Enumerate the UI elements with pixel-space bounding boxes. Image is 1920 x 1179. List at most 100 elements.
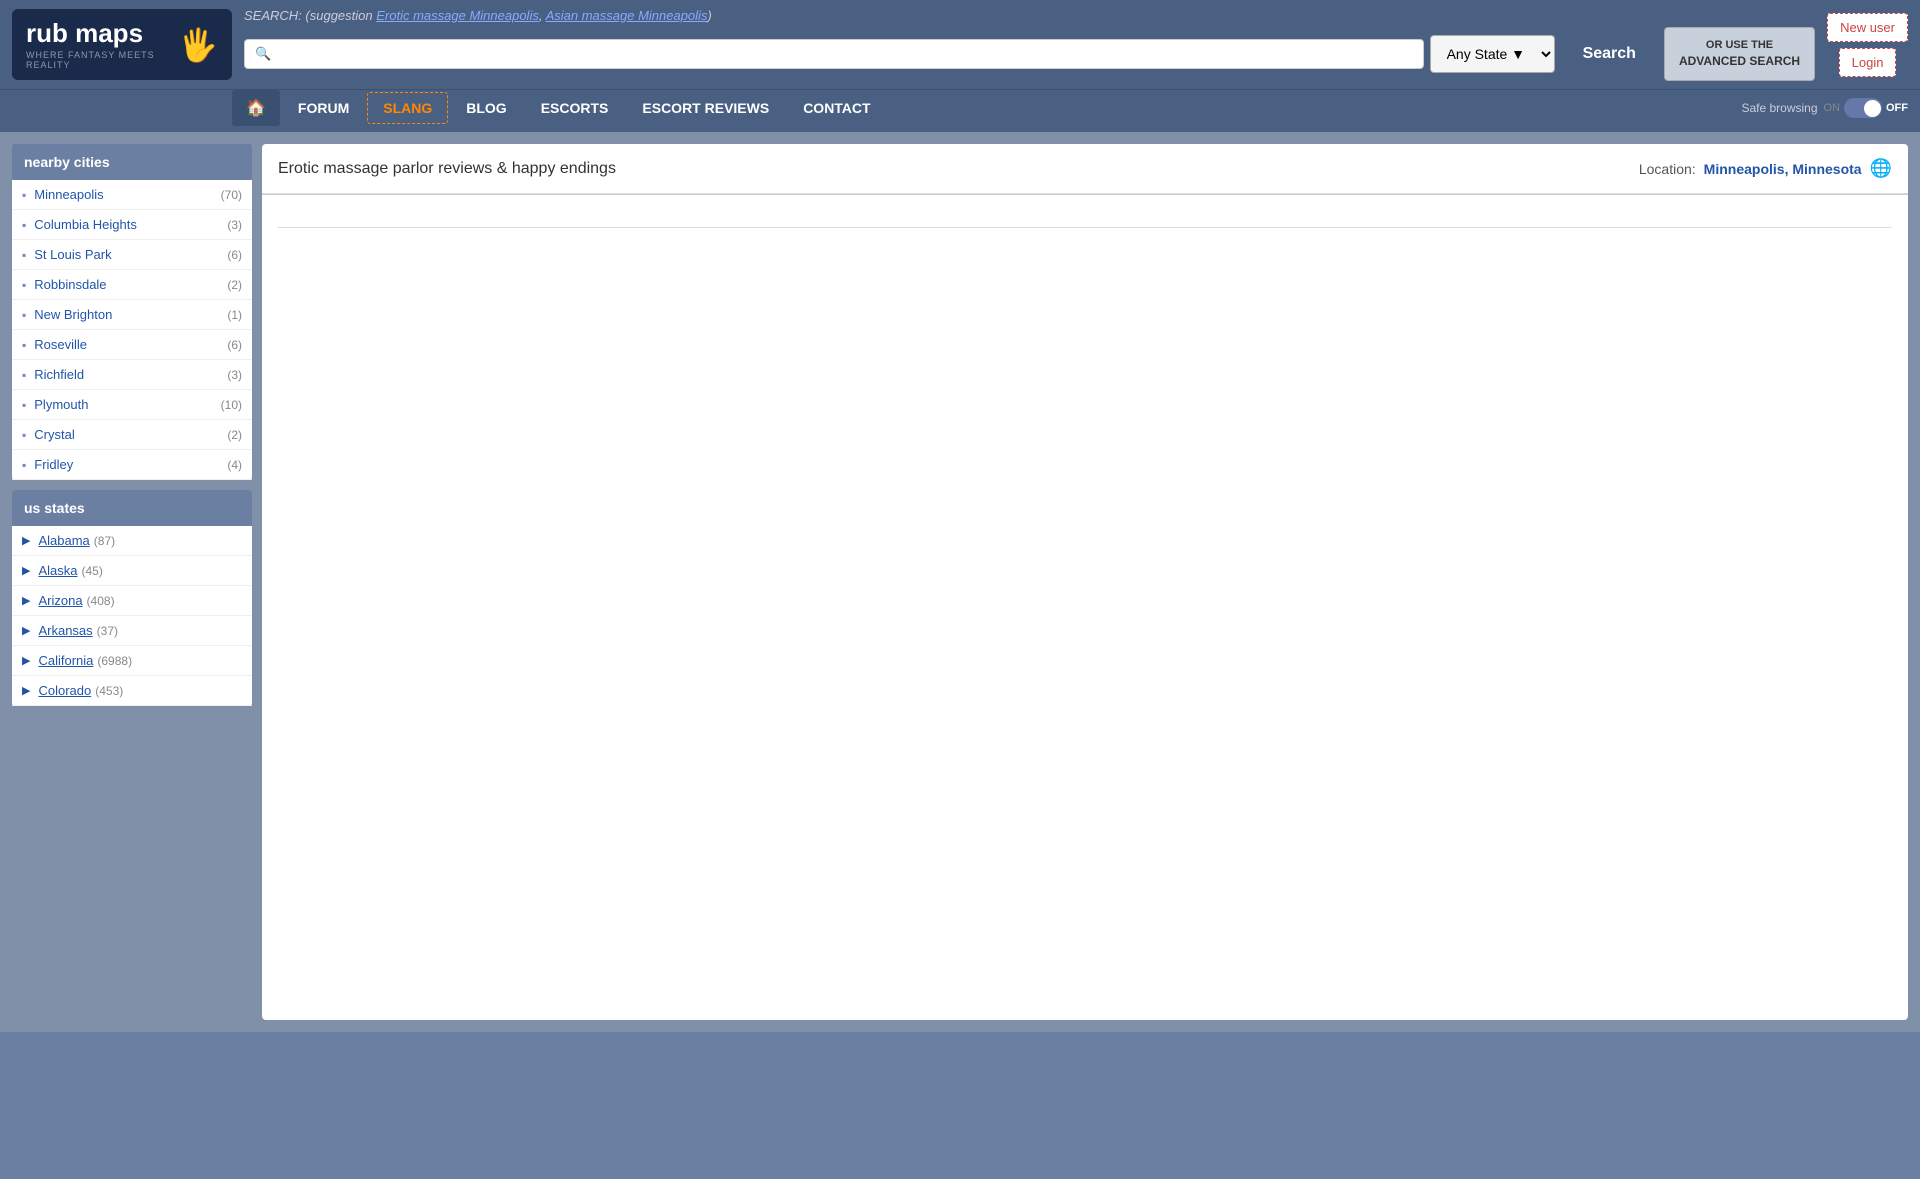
location-info: Location: Minneapolis, Minnesota 🌐	[1639, 158, 1892, 179]
sidebar-state-item[interactable]: ▶ Arizona (408)	[12, 586, 252, 616]
hand-icon: 🖐	[178, 26, 218, 64]
location-icon[interactable]: 🌐	[1870, 158, 1892, 179]
city-link[interactable]: Richfield	[34, 367, 227, 382]
nav-slang[interactable]: SLANG	[367, 92, 448, 124]
city-count: (3)	[227, 218, 242, 232]
nav-blog[interactable]: BLOG	[450, 92, 522, 124]
sidebar: nearby cities ▪ Minneapolis (70) ▪ Colum…	[12, 144, 252, 1020]
state-select[interactable]: Any State ▼	[1430, 35, 1555, 73]
state-link[interactable]: Arkansas	[38, 623, 92, 638]
logo-area: rub maps WHERE FANTASY MEETS REALITY 🖐	[12, 9, 232, 80]
city-link[interactable]: Columbia Heights	[34, 217, 227, 232]
city-icon: ▪	[22, 338, 26, 352]
city-count: (70)	[221, 188, 242, 202]
sidebar-city-item[interactable]: ▪ Fridley (4)	[12, 450, 252, 480]
us-states-header: us states	[12, 490, 252, 526]
city-icon: ▪	[22, 248, 26, 262]
content-header: Erotic massage parlor reviews & happy en…	[262, 144, 1908, 194]
city-icon: ▪	[22, 398, 26, 412]
city-icon: ▪	[22, 218, 26, 232]
sidebar-city-item[interactable]: ▪ Crystal (2)	[12, 420, 252, 450]
city-icon: ▪	[22, 278, 26, 292]
city-icon: ▪	[22, 188, 26, 202]
city-link[interactable]: Roseville	[34, 337, 227, 352]
search-icon: 🔍	[255, 46, 271, 62]
nav-forum[interactable]: FORUM	[282, 92, 365, 124]
nav-home[interactable]: 🏠	[232, 90, 280, 126]
city-icon: ▪	[22, 428, 26, 442]
state-count: (45)	[82, 564, 103, 578]
state-count: (37)	[97, 624, 118, 638]
city-link[interactable]: St Louis Park	[34, 247, 227, 262]
sidebar-city-item[interactable]: ▪ Robbinsdale (2)	[12, 270, 252, 300]
search-hint: SEARCH: (suggestion Erotic massage Minne…	[244, 8, 1815, 23]
city-link[interactable]: New Brighton	[34, 307, 227, 322]
login-button[interactable]: Login	[1839, 48, 1897, 77]
state-arrow-icon: ▶	[22, 534, 30, 547]
state-link[interactable]: Alaska	[38, 563, 77, 578]
sidebar-state-item[interactable]: ▶ Alaska (45)	[12, 556, 252, 586]
city-icon: ▪	[22, 458, 26, 472]
sidebar-state-item[interactable]: ▶ Arkansas (37)	[12, 616, 252, 646]
city-link[interactable]: Fridley	[34, 457, 227, 472]
sidebar-city-item[interactable]: ▪ Richfield (3)	[12, 360, 252, 390]
hint-link-erotic[interactable]: Erotic massage Minneapolis	[376, 8, 539, 23]
state-link[interactable]: California	[38, 653, 93, 668]
nav-escort-reviews[interactable]: ESCORT REVIEWS	[626, 92, 785, 124]
city-link[interactable]: Minneapolis	[34, 187, 220, 202]
city-icon: ▪	[22, 368, 26, 382]
safe-browsing-toggle[interactable]	[1844, 98, 1882, 118]
sidebar-city-item[interactable]: ▪ Columbia Heights (3)	[12, 210, 252, 240]
city-count: (6)	[227, 248, 242, 262]
state-count: (87)	[94, 534, 115, 548]
nav-escorts[interactable]: ESCORTS	[525, 92, 625, 124]
sidebar-city-item[interactable]: ▪ New Brighton (1)	[12, 300, 252, 330]
city-link[interactable]: Crystal	[34, 427, 227, 442]
toggle-wrap[interactable]: ON OFF	[1824, 98, 1909, 118]
hint-link-asian[interactable]: Asian massage Minneapolis	[546, 8, 708, 23]
sidebar-city-item[interactable]: ▪ Plymouth (10)	[12, 390, 252, 420]
search-button[interactable]: Search	[1561, 35, 1658, 73]
state-arrow-icon: ▶	[22, 594, 30, 607]
content-area: Erotic massage parlor reviews & happy en…	[262, 144, 1908, 1020]
nav-contact[interactable]: CONTACT	[787, 92, 886, 124]
city-count: (6)	[227, 338, 242, 352]
location-city: Minneapolis, Minnesota	[1704, 161, 1862, 177]
safe-browsing: Safe browsing ON OFF	[1741, 98, 1908, 118]
nav-items: 🏠 FORUM SLANG BLOG ESCORTS ESCORT REVIEW…	[12, 90, 1741, 126]
advanced-search-button[interactable]: OR USE THE ADVANCED SEARCH	[1664, 27, 1815, 81]
sidebar-state-item[interactable]: ▶ Colorado (453)	[12, 676, 252, 706]
us-states-list: ▶ Alabama (87) ▶ Alaska (45) ▶ Arizona (…	[12, 526, 252, 706]
state-link[interactable]: Alabama	[38, 533, 89, 548]
nav: 🏠 FORUM SLANG BLOG ESCORTS ESCORT REVIEW…	[0, 89, 1920, 132]
city-link[interactable]: Robbinsdale	[34, 277, 227, 292]
state-link[interactable]: Colorado	[38, 683, 91, 698]
state-arrow-icon: ▶	[22, 624, 30, 637]
state-arrow-icon: ▶	[22, 654, 30, 667]
header: rub maps WHERE FANTASY MEETS REALITY 🖐 S…	[0, 0, 1920, 89]
state-link[interactable]: Arizona	[38, 593, 82, 608]
new-user-button[interactable]: New user	[1827, 13, 1908, 42]
sidebar-city-item[interactable]: ▪ Minneapolis (70)	[12, 180, 252, 210]
page-title: Erotic massage parlor reviews & happy en…	[278, 160, 616, 178]
sidebar-city-item[interactable]: ▪ St Louis Park (6)	[12, 240, 252, 270]
state-count: (408)	[87, 594, 115, 608]
city-count: (3)	[227, 368, 242, 382]
sidebar-state-item[interactable]: ▶ Alabama (87)	[12, 526, 252, 556]
state-count: (453)	[95, 684, 123, 698]
logo-text: rub maps WHERE FANTASY MEETS REALITY	[26, 19, 170, 70]
search-input[interactable]	[277, 46, 1412, 62]
main: nearby cities ▪ Minneapolis (70) ▪ Colum…	[0, 132, 1920, 1032]
listings	[262, 195, 1908, 238]
table-header	[278, 215, 1892, 228]
city-count: (10)	[221, 398, 242, 412]
city-link[interactable]: Plymouth	[34, 397, 220, 412]
search-row: 🔍 Any State ▼ Search OR USE THE ADVANCED…	[244, 27, 1815, 81]
sidebar-state-item[interactable]: ▶ California (6988)	[12, 646, 252, 676]
search-input-wrap: 🔍	[244, 39, 1424, 69]
state-arrow-icon: ▶	[22, 684, 30, 697]
state-count: (6988)	[97, 654, 132, 668]
nearby-cities-list: ▪ Minneapolis (70) ▪ Columbia Heights (3…	[12, 180, 252, 480]
sidebar-city-item[interactable]: ▪ Roseville (6)	[12, 330, 252, 360]
city-count: (1)	[227, 308, 242, 322]
